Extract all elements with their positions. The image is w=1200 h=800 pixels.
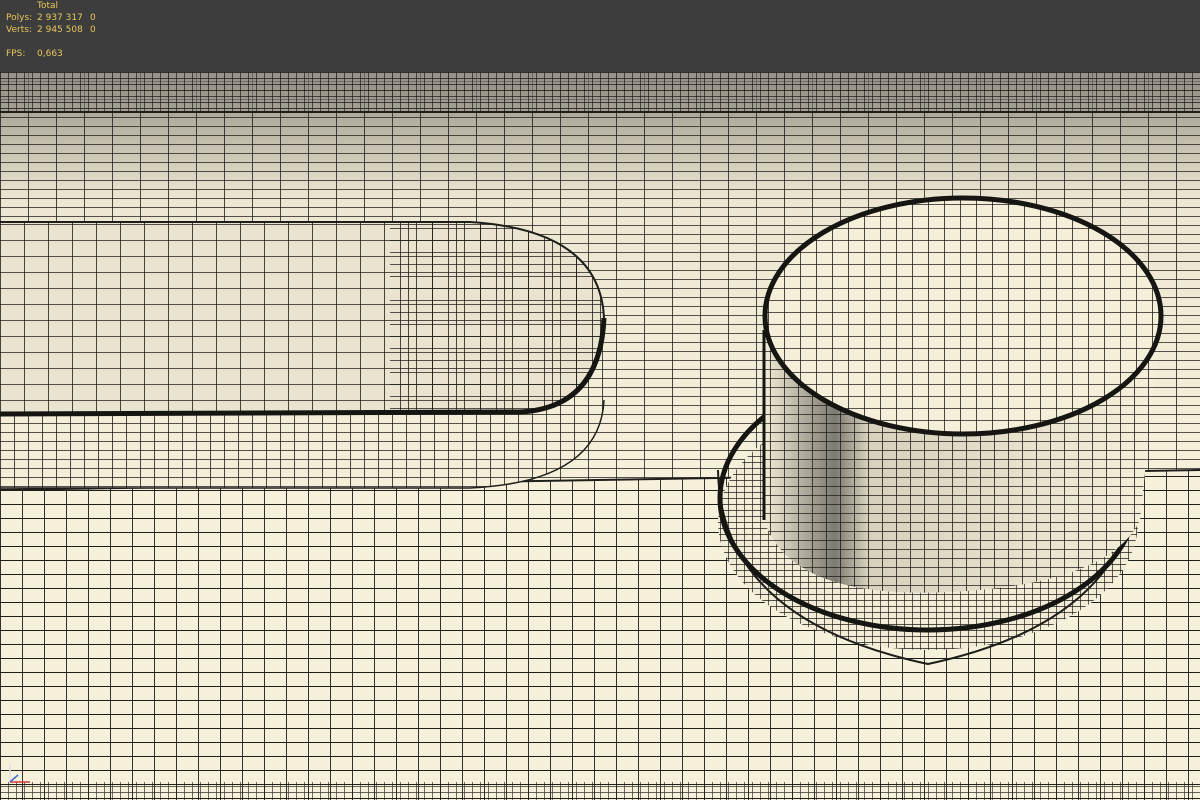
cylinder-knob[interactable] <box>762 195 1164 593</box>
verts-selected: 0 <box>90 25 96 35</box>
verts-label: Verts: <box>6 25 32 35</box>
polys-label: Polys: <box>6 13 33 23</box>
stats-header: Total <box>37 1 59 11</box>
verts-total: 2 945 508 <box>37 25 83 35</box>
axis-tripod-icon <box>9 764 30 783</box>
polys-total: 2 937 317 <box>37 13 83 23</box>
y-axis-line <box>9 774 19 783</box>
polys-selected: 0 <box>90 13 96 23</box>
fps-value: 0,663 <box>37 49 63 59</box>
wireframe-scene[interactable] <box>0 0 1200 800</box>
viewport[interactable]: Total Polys: 2 937 317 0 Verts: 2 945 50… <box>0 0 1200 800</box>
rounded-slot-bar[interactable] <box>0 221 607 489</box>
fps-label: FPS: <box>6 49 26 59</box>
viewport-statistics: Total Polys: 2 937 317 0 Verts: 2 945 50… <box>0 0 1200 72</box>
